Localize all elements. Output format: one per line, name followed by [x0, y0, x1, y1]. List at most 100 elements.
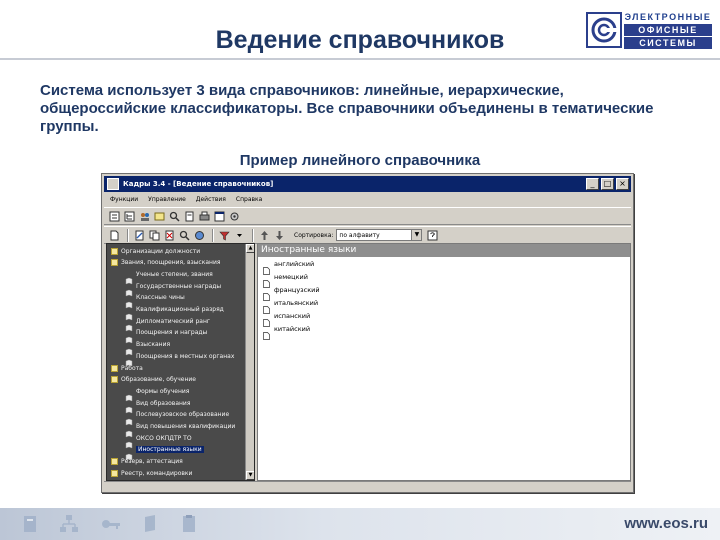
move-up-icon[interactable] [258, 229, 271, 242]
list-item[interactable]: немецкий [258, 270, 630, 288]
window-title: Кадры 3.4 - [Ведение справочников] [123, 180, 274, 188]
tree-item-label: Вид повышения квалификации [136, 423, 236, 430]
help-icon[interactable] [426, 229, 439, 242]
directory-book-icon [125, 352, 133, 367]
edit-icon[interactable] [133, 229, 146, 242]
directory-book-icon [125, 317, 133, 332]
navigate-icon[interactable] [193, 229, 206, 242]
directory-book-icon [125, 306, 133, 320]
users-icon[interactable] [138, 210, 151, 223]
list-document-icon [263, 299, 270, 314]
folder-icon [111, 469, 118, 477]
app-window: Кадры 3.4 - [Ведение справочников] _ □ ×… [101, 173, 634, 493]
tree-item-label: Работа [121, 364, 143, 372]
company-logo: ЭЛЕКТРОННЫЕ ОФИСНЫЕ СИСТЕМЫ [586, 10, 714, 50]
status-bar [104, 481, 631, 490]
toolbar-separator [212, 228, 214, 242]
list-item[interactable]: испанский [258, 309, 630, 327]
tree-item[interactable]: Резерв, аттестация [111, 457, 183, 467]
chevron-down-icon[interactable] [233, 229, 246, 242]
tree-item-label: Образование, обучение [121, 376, 196, 384]
tree-item[interactable]: ОКСО ОКПДТР ТО [125, 433, 192, 449]
list-item[interactable]: китайский [258, 322, 630, 340]
tree-item[interactable]: Дипломатический ранг [125, 316, 211, 332]
app-icon [107, 178, 119, 190]
tree-item[interactable]: Поощрения в местных органах [125, 351, 234, 367]
tree-item-label: Звания, поощрения, взыскания [121, 259, 221, 267]
tree-item[interactable]: Образование, обучение [111, 375, 196, 385]
directory-book-icon [125, 329, 133, 344]
filter-icon[interactable] [218, 229, 231, 242]
tree-item[interactable]: Поощрения и награды [125, 328, 207, 344]
list-document-icon [263, 325, 270, 340]
tree-item[interactable]: Квалификационный разряд [125, 305, 224, 320]
window-icon[interactable] [213, 210, 226, 223]
sort-select[interactable]: по алфавиту ▼ [336, 229, 423, 241]
search-icon[interactable] [178, 229, 191, 242]
tree-item[interactable]: Вид образования [125, 398, 190, 414]
settings-icon[interactable] [228, 210, 241, 223]
list-item[interactable]: английский [258, 257, 630, 275]
card-icon[interactable] [153, 210, 166, 223]
tree-item[interactable]: Формы обучения [125, 386, 190, 402]
list-toolbar: Сортировка: по алфавиту ▼ [104, 226, 631, 244]
logo-line-3: СИСТЕМЫ [624, 37, 712, 49]
directory-book-icon [125, 270, 133, 285]
tree-item-label: Формы обучения [136, 387, 190, 395]
copy-icon[interactable] [148, 229, 161, 242]
folder-icon [111, 364, 118, 372]
tree-item[interactable]: Вид повышения квалификации [125, 422, 236, 437]
book-icon [145, 515, 155, 532]
menu-actions[interactable]: Действия [196, 196, 226, 203]
sort-label: Сортировка: [294, 231, 334, 239]
directory-book-icon [125, 411, 133, 426]
scroll-down-icon[interactable]: ▼ [246, 471, 254, 480]
tree-item[interactable]: Иностранные языки [125, 445, 204, 461]
minimize-button[interactable]: _ [586, 178, 599, 190]
move-down-icon[interactable] [273, 229, 286, 242]
tree-item[interactable]: Организации должности [111, 246, 200, 256]
example-caption: Пример линейного справочника [239, 152, 481, 169]
tree-item[interactable]: Государственные награды [125, 281, 222, 297]
tree-item-label: Резерв, аттестация [121, 458, 183, 466]
menu-help[interactable]: Справка [236, 196, 262, 203]
maximize-button[interactable]: □ [601, 178, 614, 190]
tree-item[interactable]: Взыскания [125, 340, 170, 355]
report-icon[interactable] [183, 210, 196, 223]
tree-item[interactable]: Ученые степени, звания [125, 269, 213, 285]
scroll-up-icon[interactable]: ▲ [246, 244, 254, 253]
site-url[interactable]: www.eos.ru [624, 515, 708, 532]
delete-icon[interactable] [163, 229, 176, 242]
key-icon [102, 520, 120, 529]
print-icon[interactable] [198, 210, 211, 223]
list-view-icon[interactable] [108, 210, 121, 223]
tree-item-label: Организации должности [121, 247, 201, 255]
chevron-down-icon[interactable]: ▼ [411, 230, 422, 240]
list-document-icon [263, 312, 270, 327]
tree-item-label: Дипломатический ранг [136, 317, 211, 325]
list-document-icon [263, 286, 270, 301]
tree-item-label: Государственные награды [136, 282, 222, 290]
tree-scrollbar[interactable]: ▲ ▼ [245, 244, 254, 480]
menu-functions[interactable]: Функции [110, 196, 138, 203]
tree-item[interactable]: Звания, поощрения, взыскания [111, 258, 220, 268]
folder-icon [111, 259, 118, 267]
tree-item[interactable]: Послевузовское образование [125, 410, 229, 426]
list-item[interactable]: французский [258, 283, 630, 301]
tree-item[interactable]: Классные чины [125, 293, 185, 309]
tree-item[interactable]: Работа [111, 363, 143, 373]
tree-view-icon[interactable] [123, 210, 136, 223]
tree-item[interactable]: Реестр, командировки [111, 468, 192, 478]
close-button[interactable]: × [616, 178, 629, 190]
find-icon[interactable] [168, 210, 181, 223]
main-toolbar [104, 207, 631, 225]
list-item-label: итальянский [274, 298, 319, 307]
list-item[interactable]: итальянский [258, 296, 630, 314]
directory-book-icon [125, 387, 133, 402]
logo-line-1: ЭЛЕКТРОННЫЕ [624, 12, 712, 22]
folder-icon [111, 458, 118, 466]
list-document-icon [263, 273, 270, 288]
menu-management[interactable]: Управление [148, 196, 186, 203]
new-document-icon[interactable] [108, 229, 121, 242]
directory-tree[interactable]: Организации должности Звания, поощрения, … [106, 243, 255, 481]
